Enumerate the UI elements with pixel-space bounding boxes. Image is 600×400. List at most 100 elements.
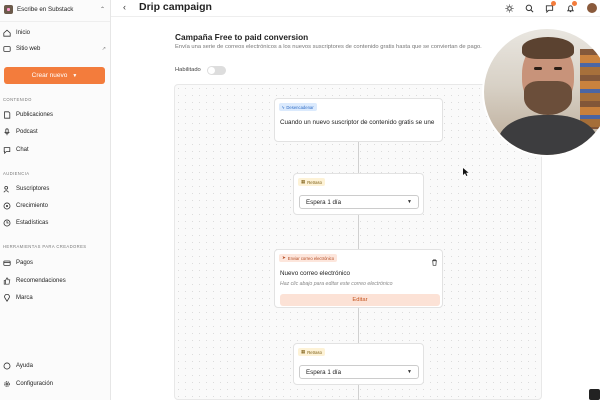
webcam-overlay xyxy=(482,27,600,157)
notification-dot xyxy=(572,1,577,6)
presenter-eye xyxy=(534,67,542,70)
email-hint: Haz clic abajo para editar este correo e… xyxy=(280,281,393,287)
create-new-label: Crear nuevo xyxy=(31,72,68,79)
sidebar-item-recomendaciones[interactable]: Recomendaciones xyxy=(3,275,106,287)
sidebar-item-label: Recomendaciones xyxy=(16,278,66,284)
sidebar-item-marca[interactable]: Marca xyxy=(3,292,106,304)
campaign-title: Campaña Free to paid conversion xyxy=(175,32,309,42)
sidebar-item-label: Suscriptores xyxy=(16,186,50,192)
target-icon xyxy=(3,202,11,210)
avatar[interactable] xyxy=(587,3,597,13)
back-arrow-icon[interactable]: ‹ xyxy=(123,2,126,12)
sidebar-item-label: Estadísticas xyxy=(16,220,49,226)
delay-badge-label: Retraso xyxy=(307,179,322,185)
trash-icon[interactable] xyxy=(431,253,438,266)
pin-icon xyxy=(3,294,11,302)
wallet-icon xyxy=(3,259,11,267)
delay-select[interactable]: Espera 1 día ▼ xyxy=(299,365,419,379)
presenter-hair xyxy=(522,37,574,59)
email-badge-label: Enviar correo electrónico xyxy=(287,255,335,261)
document-icon xyxy=(3,111,11,119)
workspace-logo-icon xyxy=(4,5,13,14)
section-contenido: CONTENIDO xyxy=(3,97,32,102)
create-new-button[interactable]: Crear nuevo ▼ xyxy=(4,67,105,84)
sidebar-item-chat[interactable]: Chat xyxy=(3,144,106,156)
sidebar-item-label: Pagos xyxy=(16,260,34,266)
sidebar-item-ayuda[interactable]: Ayuda xyxy=(3,360,106,372)
delay-select[interactable]: Espera 1 día ▼ xyxy=(299,195,419,209)
email-card[interactable]: ➤ Enviar correo electrónico Nuevo correo… xyxy=(274,249,443,308)
presenter-eye xyxy=(554,67,562,70)
calendar-icon: ▦ xyxy=(301,179,306,184)
sidebar-item-pagos[interactable]: Pagos xyxy=(3,257,106,269)
top-bar: ‹ Drip campaign xyxy=(111,0,600,17)
sidebar-item-label: Sitio web xyxy=(16,46,41,52)
sidebar-item-label: Crecimiento xyxy=(16,203,49,209)
gear-icon xyxy=(3,380,11,388)
thumbs-up-icon xyxy=(3,277,11,285)
trigger-badge-label: Desencadenar xyxy=(286,104,314,110)
sidebar-item-crecimiento[interactable]: Crecimiento xyxy=(3,200,106,212)
presenter-beard xyxy=(524,81,572,115)
calendar-icon: ▦ xyxy=(301,349,306,354)
sidebar-item-label: Inicio xyxy=(16,30,31,36)
chat-icon xyxy=(3,146,11,154)
sidebar-item-configuracion[interactable]: Configuración xyxy=(3,378,106,390)
workspace-name: Escribe en Substack xyxy=(17,6,74,13)
email-title: Nuevo correo electrónico xyxy=(280,270,351,277)
bell-icon[interactable] xyxy=(565,1,577,13)
delay-select-value: Espera 1 día xyxy=(306,368,342,376)
connector-line xyxy=(358,215,359,250)
trigger-card[interactable]: ϟ Desencadenar Cuando un nuevo suscripto… xyxy=(274,98,443,142)
sidebar-item-inicio[interactable]: Inicio xyxy=(3,27,106,39)
sidebar-item-sitio-web[interactable]: Sitio web ↗ xyxy=(3,43,106,55)
mouse-cursor-icon xyxy=(463,163,469,176)
delay-card[interactable]: ▦ Retraso Espera 1 día ▼ xyxy=(293,173,424,215)
delay-badge: ▦ Retraso xyxy=(298,178,325,186)
bookshelf xyxy=(580,49,600,129)
sidebar-item-label: Chat xyxy=(16,147,29,153)
sidebar-item-label: Marca xyxy=(16,295,33,301)
delay-badge: ▦ Retraso xyxy=(298,348,325,356)
send-icon: ➤ xyxy=(282,255,286,260)
sidebar-item-suscriptores[interactable]: Suscriptores xyxy=(3,183,106,195)
presenter-body xyxy=(498,115,598,155)
sidebar-item-label: Ayuda xyxy=(16,363,33,369)
sidebar-item-publicaciones[interactable]: Publicaciones xyxy=(3,109,106,121)
delay-select-value: Espera 1 día xyxy=(306,198,342,206)
chevron-updown-icon: ⌃ xyxy=(99,7,105,13)
sun-icon[interactable] xyxy=(504,3,514,13)
lightning-icon: ϟ xyxy=(282,104,285,110)
edit-email-label: Editar xyxy=(352,297,368,303)
sidebar-item-label: Publicaciones xyxy=(16,112,54,118)
enabled-toggle[interactable] xyxy=(207,66,226,75)
sidebar-item-podcast[interactable]: Podcast xyxy=(3,126,106,138)
external-link-icon: ↗ xyxy=(101,46,106,52)
toggle-knob xyxy=(208,67,215,74)
sidebar-item-estadisticas[interactable]: Estadísticas xyxy=(3,217,106,229)
page-title: Drip campaign xyxy=(139,1,212,13)
sidebar: Escribe en Substack ⌃ Inicio Sitio web ↗… xyxy=(0,0,111,400)
trigger-text: Cuando un nuevo suscriptor de contenido … xyxy=(280,119,435,126)
notification-dot xyxy=(551,1,556,6)
chat-bubble-icon[interactable] xyxy=(544,1,556,13)
edit-email-button[interactable]: Editar xyxy=(280,294,440,306)
microphone-icon xyxy=(3,128,11,136)
connector-line xyxy=(358,385,359,400)
workspace-switcher[interactable]: Escribe en Substack ⌃ xyxy=(4,2,105,17)
connector-line xyxy=(358,142,359,173)
zoom-icon[interactable] xyxy=(589,389,600,400)
clock-icon xyxy=(3,219,11,227)
sidebar-item-label: Podcast xyxy=(16,129,38,135)
caret-down-icon: ▼ xyxy=(407,369,412,375)
delay-card[interactable]: ▦ Retraso Espera 1 día ▼ xyxy=(293,343,424,385)
help-bubble-icon xyxy=(3,362,11,370)
search-icon[interactable] xyxy=(524,3,534,13)
sidebar-item-label: Configuración xyxy=(16,381,54,387)
campaign-description: Envía una serie de correos electrónicos … xyxy=(175,44,482,50)
divider xyxy=(0,21,110,22)
section-herramientas: HERRAMIENTAS PARA CREADORES xyxy=(3,244,87,249)
email-badge: ➤ Enviar correo electrónico xyxy=(279,254,338,262)
users-icon xyxy=(3,185,11,193)
trigger-badge: ϟ Desencadenar xyxy=(279,103,317,111)
